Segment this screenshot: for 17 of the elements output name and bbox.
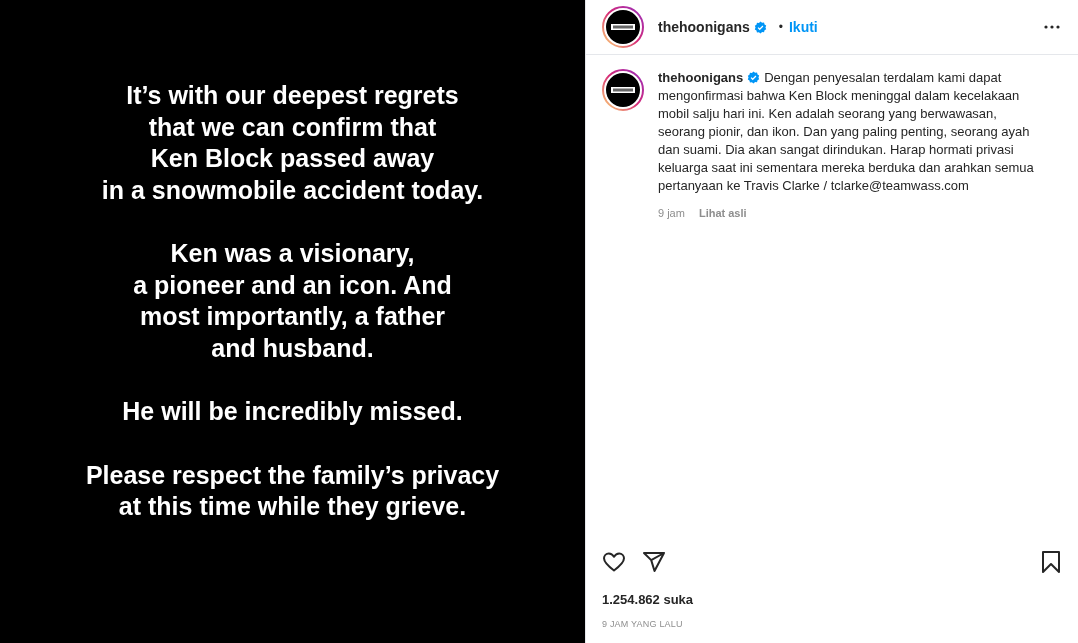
announcement-text: It’s with our deepest regrets that we can confirm that Ken Block passed away in a snowmobile accident today. <box>101 80 484 206</box>
heart-icon[interactable] <box>602 550 626 574</box>
bookmark-icon[interactable] <box>1040 550 1062 574</box>
username[interactable]: thehoonigans <box>658 70 744 85</box>
username[interactable]: thehoonigans <box>658 16 750 38</box>
announcement-text: Please respect the family’s privacy at this time while they grieve. <box>85 459 500 522</box>
separator-dot: • <box>778 19 783 36</box>
send-icon[interactable] <box>642 550 666 574</box>
announcement-text: Ken was a visionary, a pioneer and an icon. And most importantly, a father and husband. <box>133 238 452 364</box>
announcement-text: He will be incredibly missed. <box>122 396 463 427</box>
caption: thehoonigans Dengan penyesalan terdalam kami dapat mengonfirmasi bahwa Ken Block meninggal dalam kecelakaan mobil salju hari ini. Ken adalah seorang yang berwawasan, seorang pionir, dan ikon. Dan yang paling penting, seorang ayah dan suami. Dia akan sangat dirindukan. Harap hormati privasi keluarga saat ini sementara mereka berduka dan arahkan semua pertanyaan ke Travis Clarke / tclarke@teamwass.com <box>658 69 1035 195</box>
more-options-icon[interactable] <box>1044 25 1060 29</box>
post-time: 9 jam <box>658 206 685 221</box>
profile-avatar[interactable] <box>602 69 644 111</box>
profile-avatar[interactable] <box>602 6 644 48</box>
post-timestamp: 9 JAM YANG LALU <box>601 617 684 631</box>
like-count[interactable]: 1.254.862 suka <box>586 590 1078 610</box>
